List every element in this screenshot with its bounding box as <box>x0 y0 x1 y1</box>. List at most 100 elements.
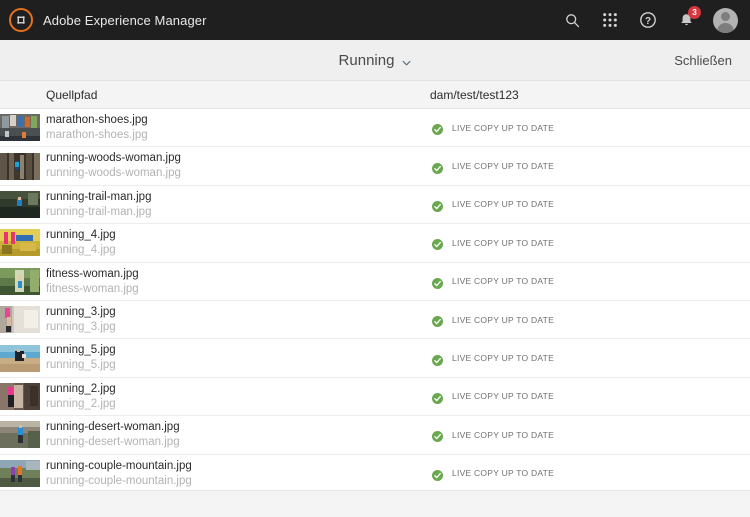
livecopy-status-cell: LIVE COPY UP TO DATE <box>432 161 554 174</box>
livecopy-selector-label: Running <box>338 51 395 69</box>
asset-thumbnail <box>0 190 40 218</box>
asset-thumbnail <box>0 267 40 295</box>
table-row[interactable]: running-desert-woman.jpg running-desert-w… <box>0 416 750 455</box>
check-circle-icon <box>432 353 443 366</box>
asset-source-path: marathon-shoes.jpg <box>46 129 148 142</box>
status-badge: LIVE COPY UP TO DATE <box>452 161 554 172</box>
global-header: Adobe Experience Manager ? 3 <box>0 0 750 40</box>
column-header-target-path: dam/test/test123 <box>430 87 519 102</box>
asset-thumbnail <box>0 229 40 257</box>
check-circle-icon <box>432 122 443 136</box>
livecopy-status-cell: LIVE COPY UP TO DATE <box>432 276 554 289</box>
asset-name-cell: running-woods-woman.jpg running-woods-wom… <box>46 151 181 180</box>
avatar-head <box>721 12 730 21</box>
table-row[interactable]: marathon-shoes.jpg marathon-shoes.jpg LIVE… <box>0 109 750 148</box>
asset-thumbnail <box>0 306 40 334</box>
status-badge: LIVE COPY UP TO DATE <box>452 314 554 325</box>
notifications-bell-icon[interactable]: 3 <box>675 6 701 31</box>
check-circle-icon <box>432 468 443 481</box>
close-button[interactable]: Schließen <box>674 53 732 68</box>
livecopy-status-cell: LIVE COPY UP TO DATE <box>432 122 554 136</box>
global-header-actions: ? 3 <box>561 6 738 33</box>
help-icon[interactable]: ? <box>637 9 659 31</box>
avatar[interactable] <box>713 7 738 33</box>
asset-source-path: running-woods-woman.jpg <box>46 167 181 180</box>
table-row[interactable]: fitness-woman.jpg fitness-woman.jpg LIVE C… <box>0 262 750 301</box>
asset-title: running-trail-man.jpg <box>46 190 152 203</box>
asset-source-path: running_4.jpg <box>46 244 116 257</box>
asset-title: marathon-shoes.jpg <box>46 114 148 126</box>
table-row[interactable]: running_2.jpg running_2.jpg LIVE COPY UP T… <box>0 377 750 417</box>
table-row[interactable]: running_5.jpg running_5.jpg LIVE COPY UP T… <box>0 339 750 378</box>
asset-source-path: running_5.jpg <box>46 359 116 372</box>
asset-thumbnail <box>0 152 40 180</box>
asset-thumbnail <box>0 459 40 487</box>
asset-source-path: running-desert-woman.jpg <box>46 436 180 449</box>
status-badge: LIVE COPY UP TO DATE <box>452 276 554 287</box>
livecopy-status-cell: LIVE COPY UP TO DATE <box>432 391 554 404</box>
svg-text:?: ? <box>645 16 651 27</box>
asset-title: running_5.jpg <box>46 344 116 357</box>
table-row[interactable]: running_3.jpg running_3.jpg LIVE COPY UP T… <box>0 300 750 340</box>
check-circle-icon <box>432 237 443 251</box>
status-badge: LIVE COPY UP TO DATE <box>452 237 554 248</box>
asset-source-path: running_3.jpg <box>46 320 116 333</box>
livecopy-status-cell: LIVE COPY UP TO DATE <box>432 314 554 328</box>
status-badge: LIVE COPY UP TO DATE <box>452 353 554 364</box>
asset-source-path: running_2.jpg <box>46 397 116 410</box>
table-row[interactable]: running-trail-man.jpg running-trail-man.j… <box>0 185 750 225</box>
avatar-body <box>717 22 734 33</box>
action-bar: Running Schließen <box>0 40 750 81</box>
status-badge: LIVE COPY UP TO DATE <box>452 391 554 402</box>
status-badge: LIVE COPY UP TO DATE <box>452 468 554 479</box>
check-circle-icon <box>432 161 443 174</box>
livecopy-selector-dropdown[interactable]: Running <box>333 48 418 73</box>
asset-title: running-couple-mountain.jpg <box>46 459 192 472</box>
asset-name-cell: running-couple-mountain.jpg running-coupl… <box>46 459 192 488</box>
table-row[interactable]: running-woods-woman.jpg running-woods-wom… <box>0 147 750 186</box>
asset-title: fitness-woman.jpg <box>46 267 139 280</box>
asset-source-path: running-trail-man.jpg <box>46 205 152 218</box>
livecopy-status-cell: LIVE COPY UP TO DATE <box>432 429 554 443</box>
livecopy-status-cell: LIVE COPY UP TO DATE <box>432 237 554 251</box>
status-badge: LIVE COPY UP TO DATE <box>452 429 554 440</box>
livecopy-status-cell: LIVE COPY UP TO DATE <box>432 353 554 366</box>
asset-name-cell: running-desert-woman.jpg running-desert-w… <box>46 420 180 449</box>
status-badge: LIVE COPY UP TO DATE <box>452 199 554 210</box>
adobe-experience-cloud-icon[interactable] <box>9 8 33 32</box>
notifications-badge: 3 <box>688 6 701 19</box>
table-column-header: Quellpfad dam/test/test123 <box>0 81 750 109</box>
asset-name-cell: running_3.jpg running_3.jpg <box>46 305 116 334</box>
asset-name-cell: marathon-shoes.jpg marathon-shoes.jpg <box>46 113 148 142</box>
table-row[interactable]: running-couple-mountain.jpg running-coupl… <box>0 454 750 490</box>
asset-name-cell: fitness-woman.jpg fitness-woman.jpg <box>46 267 139 296</box>
check-circle-icon <box>432 314 443 328</box>
asset-title: running_3.jpg <box>46 305 116 318</box>
asset-thumbnail <box>0 382 40 410</box>
asset-title: running-woods-woman.jpg <box>46 152 181 165</box>
aem-live-copy-overview-window: Adobe Experience Manager ? 3 Running Sch… <box>0 0 750 517</box>
asset-name-cell: running-trail-man.jpg running-trail-man.j… <box>46 190 151 219</box>
asset-title: running_2.jpg <box>46 382 116 395</box>
apps-grid-icon[interactable] <box>599 9 621 31</box>
check-circle-icon <box>432 391 443 404</box>
check-circle-icon <box>432 429 443 443</box>
column-header-source-path: Quellpfad <box>46 87 98 102</box>
table-footer <box>0 490 750 517</box>
asset-thumbnail <box>0 114 40 142</box>
asset-name-cell: running_2.jpg running_2.jpg <box>46 382 116 411</box>
chevron-down-icon <box>401 55 411 66</box>
asset-title: running-desert-woman.jpg <box>46 421 180 434</box>
asset-thumbnail <box>0 344 40 372</box>
asset-name-cell: running_4.jpg running_4.jpg <box>46 228 116 257</box>
asset-thumbnail <box>0 421 40 449</box>
status-badge: LIVE COPY UP TO DATE <box>452 122 554 133</box>
livecopy-table-body: marathon-shoes.jpg marathon-shoes.jpg LIVE… <box>0 109 750 490</box>
asset-name-cell: running_5.jpg running_5.jpg <box>46 343 116 372</box>
asset-source-path: running-couple-mountain.jpg <box>46 474 192 487</box>
brand-area[interactable]: Adobe Experience Manager <box>9 8 207 32</box>
check-circle-icon <box>432 276 443 289</box>
check-circle-icon <box>432 199 443 212</box>
search-icon[interactable] <box>561 9 583 31</box>
table-row[interactable]: running_4.jpg running_4.jpg LIVE COPY UP T… <box>0 224 750 263</box>
